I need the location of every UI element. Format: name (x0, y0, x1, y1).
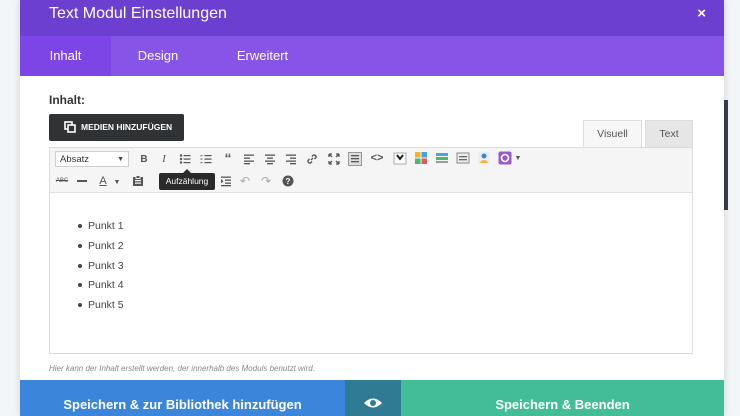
bullet-dot (78, 263, 82, 268)
undo-icon[interactable]: ↶ (239, 174, 251, 188)
link-icon[interactable] (306, 153, 318, 165)
align-center-icon[interactable] (264, 153, 276, 165)
tab-inhalt[interactable]: Inhalt (20, 36, 111, 76)
settings-modal: Text Modul Einstellungen × Inhalt Design… (20, 0, 724, 416)
numbered-list-icon[interactable] (200, 153, 212, 165)
paste-as-text-icon[interactable] (132, 175, 144, 187)
settings-icon[interactable] (498, 151, 512, 165)
list-item: Punkt 3 (78, 259, 124, 279)
bullet-list-icon[interactable] (179, 153, 191, 165)
person-icon[interactable] (477, 151, 491, 165)
chevron-down-icon[interactable]: ▼ (514, 154, 522, 162)
tab-design[interactable]: Design (111, 36, 205, 76)
save-and-close-button[interactable]: Speichern & Beenden (401, 380, 724, 416)
shortcode-icon[interactable] (393, 152, 407, 165)
chevron-down-icon[interactable]: ▼ (113, 178, 121, 186)
redo-icon[interactable]: ↷ (260, 174, 272, 188)
eye-icon (364, 398, 382, 408)
editor-content-area[interactable]: Punkt 1 Punkt 2 Punkt 3 Punkt 4 Punkt 5 (50, 193, 692, 353)
tabs-icon[interactable] (435, 152, 449, 164)
list-item: Punkt 5 (78, 298, 124, 318)
bullet-dot (78, 303, 82, 308)
bullet-list-tooltip: Aufzählung (159, 169, 215, 190)
add-media-label: MEDIEN HINZUFÜGEN (81, 122, 173, 132)
list-item-text: Punkt 2 (88, 239, 124, 252)
code-icon[interactable]: <> (370, 152, 384, 164)
tab-erweitert[interactable]: Erweitert (210, 36, 315, 76)
content-label: Inhalt: (49, 93, 85, 107)
content-panel: Inhalt: MEDIEN HINZUFÜGEN Visuell Text A… (20, 76, 724, 380)
modal-title: Text Modul Einstellungen (49, 5, 227, 22)
close-icon[interactable]: × (697, 5, 706, 22)
strikethrough-icon[interactable]: ABC (55, 176, 69, 186)
media-icon (64, 121, 76, 133)
help-icon[interactable]: ? (282, 175, 294, 187)
svg-text:?: ? (286, 177, 291, 186)
tab-visual-editor[interactable]: Visuell (583, 120, 642, 148)
tab-text-editor[interactable]: Text (645, 120, 693, 148)
rich-text-editor: Absatz ▼ B I “ <> ▼ ABC A ▼ ↶ ↷ ? Aufzäh… (49, 147, 693, 354)
bullet-dot (78, 243, 82, 248)
tab-bar: Inhalt Design Erweitert (20, 36, 724, 76)
list-item: Punkt 1 (78, 219, 124, 239)
list-item: Punkt 4 (78, 278, 124, 298)
list-item-text: Punkt 5 (88, 299, 124, 312)
align-left-icon[interactable] (243, 153, 255, 165)
background-left (0, 0, 20, 416)
add-media-button[interactable]: MEDIEN HINZUFÜGEN (49, 114, 184, 141)
content-hint: Hier kann der Inhalt erstellt werden, de… (49, 364, 315, 373)
format-select-value: Absatz (60, 154, 90, 165)
toolbar-toggle-icon[interactable] (348, 152, 362, 166)
slider-icon[interactable] (456, 152, 470, 164)
scrollbar-sliver (724, 100, 728, 210)
bold-icon[interactable]: B (138, 153, 150, 165)
bullet-list: Punkt 1 Punkt 2 Punkt 3 Punkt 4 Punkt 5 (78, 219, 124, 318)
modal-header: Text Modul Einstellungen × (20, 0, 724, 36)
modal-footer: Speichern & zur Bibliothek hinzufügen Sp… (20, 380, 724, 416)
list-item-text: Punkt 3 (88, 259, 124, 272)
fullscreen-icon[interactable] (328, 153, 340, 165)
background-right (724, 0, 740, 416)
align-right-icon[interactable] (285, 153, 297, 165)
italic-icon[interactable]: I (158, 153, 170, 165)
bullet-dot (78, 283, 82, 288)
horizontal-line-icon[interactable] (77, 180, 87, 182)
preview-button[interactable] (345, 380, 401, 416)
layout-icon[interactable] (414, 151, 428, 165)
blockquote-icon[interactable]: “ (222, 150, 234, 166)
indent-icon[interactable] (220, 175, 232, 187)
list-item-text: Punkt 4 (88, 279, 124, 292)
list-item-text: Punkt 1 (88, 220, 124, 232)
chevron-down-icon: ▼ (117, 156, 124, 163)
text-color-icon[interactable]: A (97, 174, 109, 188)
save-to-library-button[interactable]: Speichern & zur Bibliothek hinzufügen (20, 380, 345, 416)
bullet-dot (78, 224, 82, 228)
editor-toolbar: Absatz ▼ B I “ <> ▼ ABC A ▼ ↶ ↷ ? Aufzäh… (50, 148, 692, 193)
list-item: Punkt 2 (78, 239, 124, 259)
format-select[interactable]: Absatz ▼ (55, 151, 129, 167)
